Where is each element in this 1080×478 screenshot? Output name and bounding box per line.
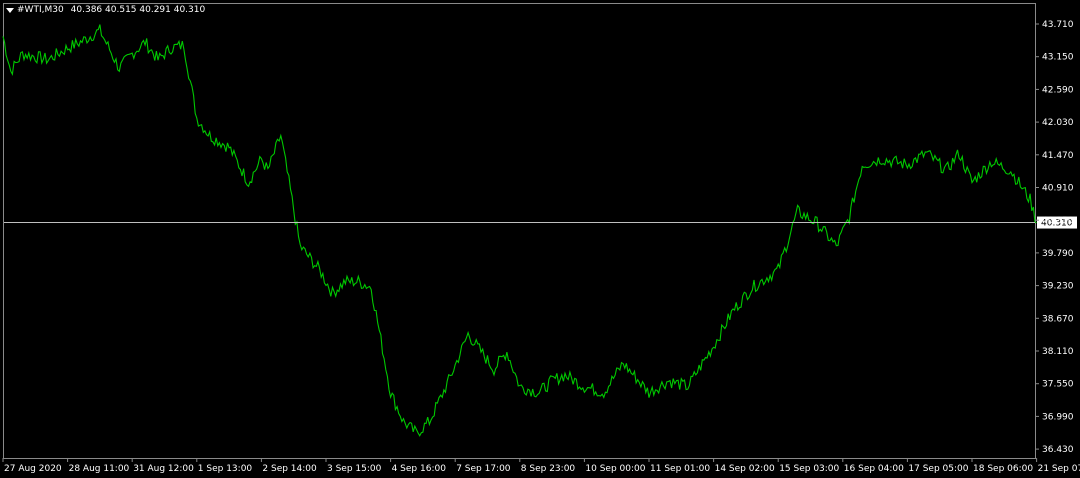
- series-layer: [2, 24, 1037, 437]
- x-tick-label: 21 Sep 07:00: [1038, 464, 1080, 474]
- y-tick-label: 42.590: [1042, 85, 1074, 95]
- y-tick-label: 36.430: [1042, 445, 1074, 455]
- y-tick-label: 38.670: [1042, 314, 1074, 324]
- x-tick-label: 27 Aug 2020: [4, 464, 62, 474]
- x-tick-label: 1 Sep 13:00: [198, 464, 253, 474]
- x-tick-label: 11 Sep 01:00: [650, 464, 710, 474]
- x-tick-label: 8 Sep 23:00: [521, 464, 576, 474]
- x-tick-label: 2 Sep 14:00: [262, 464, 317, 474]
- y-tick-label: 41.470: [1042, 151, 1074, 161]
- x-tick-label: 14 Sep 02:00: [715, 464, 775, 474]
- price-chart: 40.310 43.710 43.150 42.590 42.030 41.470 40.…: [2, 20, 1080, 474]
- x-axis: 27 Aug 2020 28 Aug 11:00 31 Aug 12:00 1 Sep…: [2, 458, 1080, 474]
- x-tick-label: 17 Sep 05:00: [908, 464, 968, 474]
- x-tick-label: 31 Aug 12:00: [133, 464, 194, 474]
- x-tick-label: 10 Sep 00:00: [585, 464, 645, 474]
- price-line-layer: 40.310: [4, 216, 1077, 229]
- y-tick-label: 36.990: [1042, 412, 1074, 422]
- y-tick-label: 43.150: [1042, 53, 1074, 63]
- y-axis: 43.710 43.150 42.590 42.030 41.470 40.910 40.3…: [1035, 20, 1074, 455]
- x-tick-label: 7 Sep 17:00: [456, 464, 511, 474]
- x-tick-label: 3 Sep 15:00: [327, 464, 382, 474]
- x-tick-label: 16 Sep 04:00: [844, 464, 904, 474]
- x-tick-label: 18 Sep 06:00: [973, 464, 1033, 474]
- x-tick-label: 15 Sep 03:00: [779, 464, 839, 474]
- y-tick-label: 40.350: [1042, 216, 1074, 226]
- y-tick-label: 37.550: [1042, 380, 1074, 390]
- y-tick-label: 39.230: [1042, 282, 1074, 292]
- y-tick-label: 40.910: [1042, 184, 1074, 194]
- y-tick-label: 42.030: [1042, 118, 1074, 128]
- x-tick-label: 28 Aug 11:00: [69, 464, 130, 474]
- y-tick-label: 39.790: [1042, 249, 1074, 259]
- y-tick-label: 43.710: [1042, 20, 1074, 30]
- price-series-line: [2, 24, 1037, 437]
- y-tick-label: 38.110: [1042, 347, 1074, 357]
- x-tick-label: 4 Sep 16:00: [392, 464, 447, 474]
